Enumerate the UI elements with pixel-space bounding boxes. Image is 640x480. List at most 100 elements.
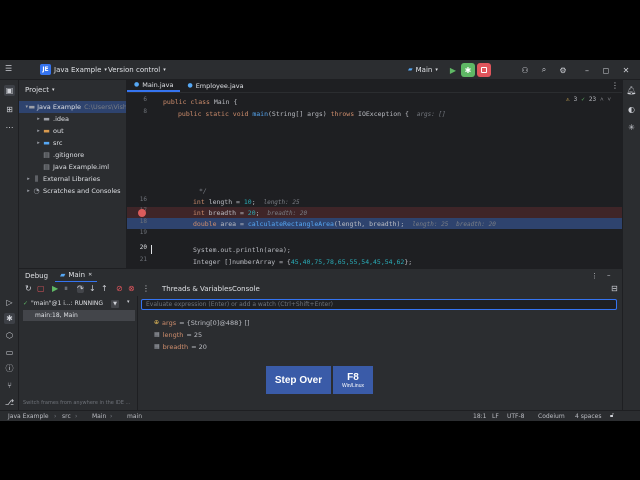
- code-token: int: [193, 209, 209, 217]
- code-token: System.out.println(area);: [193, 246, 291, 254]
- step-out-icon[interactable]: ↑: [101, 285, 108, 293]
- filter-icon[interactable]: ▼: [111, 300, 119, 308]
- hide-icon[interactable]: –: [607, 271, 611, 279]
- notifications-icon[interactable]: 🔔︎: [626, 85, 637, 96]
- project-tree-item[interactable]: ▸ ▬ src: [19, 137, 126, 149]
- code-token: ;: [251, 198, 256, 206]
- maximize-icon[interactable]: ◻: [599, 63, 613, 77]
- action-label: Step Over: [266, 366, 331, 394]
- view-breakpoints-icon[interactable]: ⊘: [116, 285, 123, 293]
- chevron-icon[interactable]: ▸: [25, 188, 32, 194]
- pause-icon[interactable]: ⏸: [64, 285, 68, 293]
- layout-icon[interactable]: ⊟: [611, 285, 618, 293]
- project-tree-item[interactable]: ▾ ▬ Java Example C:\Users\Vish: [19, 101, 126, 113]
- variable-value: = 20: [191, 342, 207, 351]
- breadcrumb-method[interactable]: main: [127, 413, 142, 420]
- debug-icon[interactable]: ✱: [461, 63, 475, 77]
- project-tree-item[interactable]: ▸ ◔ Scratches and Consoles: [19, 185, 126, 197]
- tab-console[interactable]: Console: [232, 285, 260, 293]
- project-switcher[interactable]: Java Example ▾: [54, 66, 107, 74]
- chevron-icon[interactable]: ▸: [35, 116, 42, 122]
- search-icon[interactable]: ⌕: [537, 63, 551, 77]
- code-editor[interactable]: ⚠ 3 ✓ 23 ˄ ˅ 6 8 16 17 18 19 20 21 publi…: [127, 93, 622, 268]
- git-tool-icon[interactable]: ⑂: [4, 380, 15, 391]
- project-panel-header[interactable]: Project ▾: [25, 86, 54, 94]
- terminal-tool-icon[interactable]: ▭: [4, 347, 15, 358]
- problems-tool-icon[interactable]: ⓘ: [4, 363, 15, 374]
- check-icon: ✓: [23, 300, 29, 307]
- chevron-icon[interactable]: ▸: [35, 128, 42, 134]
- project-tool-icon[interactable]: ▣: [4, 85, 15, 96]
- evaluate-placeholder: Evaluate expression (Enter) or add a wat…: [146, 301, 334, 308]
- chevron-down-icon[interactable]: ▾: [127, 300, 130, 305]
- vcs-menu[interactable]: Version control ▾: [108, 66, 166, 74]
- more-tools-icon[interactable]: ⋯: [4, 122, 15, 133]
- chevron-icon[interactable]: ▸: [25, 176, 32, 182]
- debug-tool-icon[interactable]: ✱: [4, 313, 15, 324]
- thread-selector[interactable]: ✓ "main"@1 i...: RUNNING: [23, 298, 125, 309]
- code-token: length =: [208, 198, 244, 206]
- file-encoding[interactable]: UTF-8: [507, 413, 525, 420]
- structure-tool-icon[interactable]: ⊞: [4, 104, 15, 115]
- project-tree-item[interactable]: ▸ ⫼ External Libraries: [19, 173, 126, 185]
- variable-row[interactable]: ▦ length = 25: [154, 329, 202, 340]
- chevron-icon[interactable]: ▸: [35, 140, 42, 146]
- services-tool-icon[interactable]: ⬡: [4, 330, 15, 341]
- project-name: Java Example: [54, 66, 102, 74]
- breadcrumb-project[interactable]: Java Example: [8, 413, 49, 420]
- variable-row[interactable]: ▦ breadth = 20: [154, 341, 207, 352]
- debug-title: Debug: [25, 272, 49, 280]
- breadcrumb-class[interactable]: Main: [92, 413, 106, 420]
- stop-icon[interactable]: ▢: [37, 285, 45, 293]
- project-tree-item[interactable]: ▤ .gitignore: [19, 149, 126, 161]
- project-tree-item[interactable]: ▸ ▬ .idea: [19, 113, 126, 125]
- settings-icon[interactable]: ⚙: [556, 63, 570, 77]
- codeium-status[interactable]: Codeium: [538, 413, 565, 420]
- close-icon[interactable]: ✕: [88, 272, 92, 278]
- right-tool-stripe: 🔔︎ ◐ ✳: [622, 80, 640, 410]
- tab-threads-variables[interactable]: Threads & Variables: [162, 285, 232, 293]
- resume-icon[interactable]: ▶: [52, 285, 58, 293]
- chevron-down-icon: ˅: [607, 96, 611, 103]
- step-over-icon[interactable]: ↷: [77, 285, 84, 293]
- java-class-icon: ●: [187, 81, 193, 89]
- line-separator[interactable]: LF: [492, 413, 499, 420]
- ai-assistant-icon[interactable]: ✳: [626, 122, 637, 133]
- debug-session-tab[interactable]: ▰ Main ✕: [55, 269, 98, 283]
- caret-position[interactable]: 18:1: [473, 413, 486, 420]
- inspection-widget[interactable]: ⚠ 3 ✓ 23 ˄ ˅: [566, 96, 611, 103]
- run-tool-icon[interactable]: ▷: [4, 297, 15, 308]
- title-bar: ☰ JE Java Example ▾ Version control ▾ ▰ …: [0, 60, 640, 80]
- inline-value-hint: args: []: [416, 111, 446, 118]
- warning-icon: ⚠: [566, 96, 570, 103]
- vcs-tool-icon[interactable]: ⎇: [4, 397, 15, 408]
- more-options-icon[interactable]: ⋮: [591, 272, 598, 280]
- breadcrumb-src[interactable]: src: [62, 413, 71, 420]
- user-icon[interactable]: ⚇: [518, 63, 532, 77]
- mute-breakpoints-icon[interactable]: ⊗: [128, 285, 135, 293]
- code-token: calculateRectangleArea: [247, 220, 334, 228]
- hamburger-icon[interactable]: ☰: [5, 65, 12, 73]
- step-into-icon[interactable]: ↓: [89, 285, 96, 293]
- rerun-icon[interactable]: ↻: [25, 285, 32, 293]
- minimize-icon[interactable]: –: [580, 63, 594, 77]
- variable-row[interactable]: ⊕ args = {String[0]@488} []: [154, 317, 250, 328]
- evaluate-expression-field[interactable]: Evaluate expression (Enter) or add a wat…: [141, 299, 617, 310]
- gradle-icon[interactable]: ◐: [626, 104, 637, 115]
- lock-icon[interactable]: 🔓︎: [610, 412, 614, 420]
- frame-label: main:18, Main: [35, 312, 78, 319]
- breakpoint-icon[interactable]: [138, 209, 146, 217]
- frame-row[interactable]: main:18, Main: [23, 310, 135, 321]
- project-tree-item[interactable]: ▤ Java Example.iml: [19, 161, 126, 173]
- folder-icon: ▬: [28, 103, 36, 111]
- tab-employee-java[interactable]: ● Employee.java: [180, 79, 250, 92]
- indent-setting[interactable]: 4 spaces: [575, 413, 601, 420]
- project-tree-item[interactable]: ▸ ▬ out: [19, 125, 126, 137]
- more-icon[interactable]: ⋮: [142, 285, 150, 293]
- stop-icon[interactable]: [477, 63, 491, 77]
- tab-main-java[interactable]: ● Main.java: [127, 79, 181, 92]
- close-icon[interactable]: ✕: [619, 63, 633, 77]
- more-tabs-icon[interactable]: ⋮: [611, 82, 619, 90]
- run-icon[interactable]: ▶: [446, 63, 460, 77]
- run-config-selector[interactable]: ▰ Main ▾: [408, 66, 438, 74]
